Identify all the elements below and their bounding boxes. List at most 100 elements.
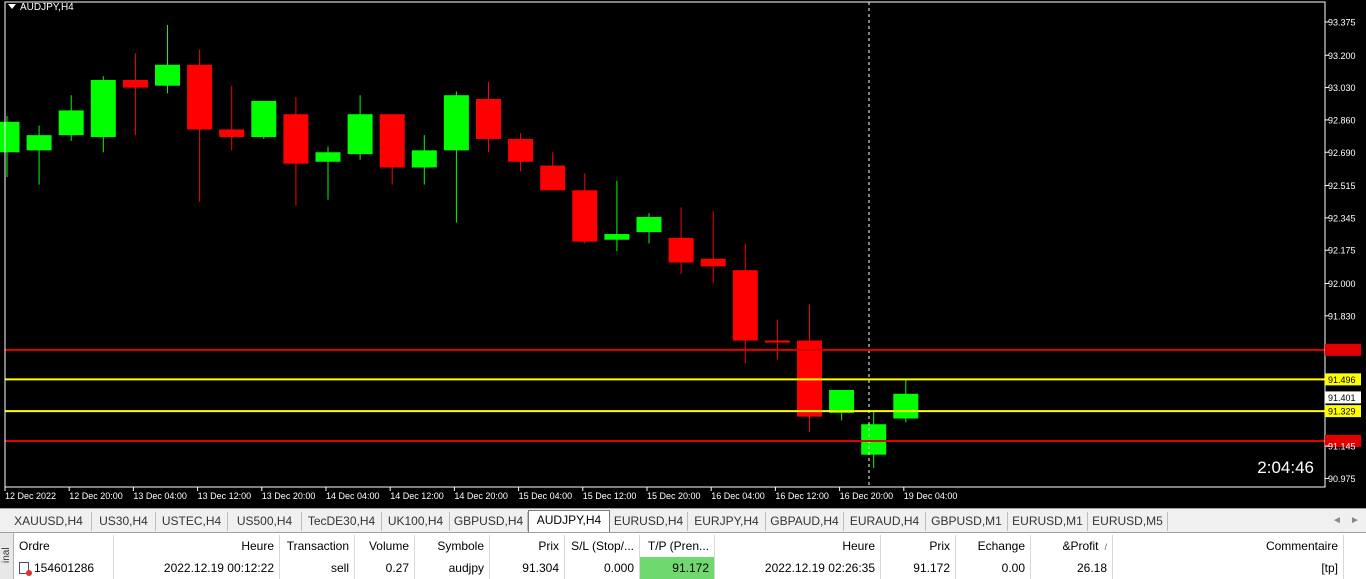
col-header-type[interactable]: Transaction xyxy=(280,535,355,557)
bar-countdown-timer: 2:04:46 xyxy=(1257,458,1314,477)
tab-gbpusd-m1[interactable]: GBPUSD,M1 xyxy=(926,512,1008,531)
col-header-profit[interactable]: &Profit / xyxy=(1031,535,1113,557)
cell-time: 2022.12.19 00:12:22 xyxy=(114,557,280,579)
candle-body xyxy=(122,79,148,88)
tab-ustec-h4[interactable]: USTEC,H4 xyxy=(156,512,228,531)
time-tick-label: 15 Dec 04:00 xyxy=(519,491,573,501)
cell-tp: 91.172 xyxy=(640,557,715,579)
table-row[interactable]: 154601286 2022.12.19 00:12:22 sell 0.27 … xyxy=(14,557,1366,579)
col-header-close-time[interactable]: Heure xyxy=(715,535,881,557)
candle-body xyxy=(893,393,919,419)
col-header-comment[interactable]: Commentaire xyxy=(1113,535,1344,557)
col-header-symbol[interactable]: Symbole xyxy=(415,535,490,557)
chart-menu-icon[interactable] xyxy=(8,4,16,9)
time-tick-label: 14 Dec 04:00 xyxy=(326,491,380,501)
tab-gbpaud-h4[interactable]: GBPAUD,H4 xyxy=(766,512,844,531)
cell-symbol: audjpy xyxy=(415,557,490,579)
price-tick-label: 92.515 xyxy=(1328,181,1356,191)
col-header-close-price[interactable]: Prix xyxy=(881,535,956,557)
terminal-panel: inal Ordre Heure Transaction Volume Symb… xyxy=(0,532,1366,579)
col-header-time[interactable]: Heure xyxy=(114,535,280,557)
cell-close-time: 2022.12.19 02:26:35 xyxy=(715,557,881,579)
time-tick-label: 13 Dec 04:00 xyxy=(133,491,187,501)
candle-body xyxy=(26,135,52,151)
col-header-price[interactable]: Prix xyxy=(490,535,565,557)
candle-body xyxy=(219,129,245,138)
cell-order: 154601286 xyxy=(14,557,114,579)
tab-audjpy-h4[interactable]: AUDJPY,H4 xyxy=(528,510,610,532)
candle-body xyxy=(540,165,566,191)
candle-body xyxy=(829,390,855,413)
price-tick-label: 92.000 xyxy=(1328,279,1356,289)
price-level-label: 91.496 xyxy=(1328,375,1356,385)
candle-body xyxy=(315,152,341,162)
time-tick-label: 14 Dec 20:00 xyxy=(454,491,508,501)
cell-sl: 0.000 xyxy=(565,557,640,579)
terminal-side-text: inal xyxy=(1,547,12,563)
candle-body xyxy=(700,258,726,267)
col-header-profit-label: &Profit xyxy=(1062,539,1099,553)
time-tick-label: 14 Dec 12:00 xyxy=(390,491,444,501)
cell-comment: [tp] xyxy=(1113,557,1344,579)
time-tick-label: 12 Dec 2022 xyxy=(5,491,56,501)
candle-body xyxy=(764,340,790,343)
candle-body xyxy=(668,237,694,263)
time-tick-label: 12 Dec 20:00 xyxy=(69,491,123,501)
price-tick-label: 92.175 xyxy=(1328,246,1356,256)
candle-body xyxy=(604,234,630,240)
time-tick-label: 16 Dec 20:00 xyxy=(840,491,894,501)
candle-body xyxy=(251,100,277,138)
candle-body xyxy=(443,95,469,151)
candle-body xyxy=(347,114,373,155)
price-chart[interactable]: 91.65191.49691.32991.17291.40193.37593.2… xyxy=(0,0,1366,508)
price-tick-label: 93.375 xyxy=(1328,17,1356,27)
price-tick-label: 91.830 xyxy=(1328,311,1356,321)
col-header-order[interactable]: Ordre xyxy=(14,535,114,557)
col-header-volume[interactable]: Volume xyxy=(355,535,415,557)
time-tick-label: 19 Dec 04:00 xyxy=(904,491,958,501)
terminal-header-row: Ordre Heure Transaction Volume Symbole P… xyxy=(14,535,1366,557)
candle-body xyxy=(379,114,405,168)
candle-body xyxy=(572,190,598,242)
col-header-tp[interactable]: T/P (Pren... xyxy=(640,535,715,557)
candle-body xyxy=(732,270,758,341)
price-tick-label: 93.030 xyxy=(1328,83,1356,93)
candle-body xyxy=(283,114,309,164)
col-header-swap[interactable]: Echange xyxy=(956,535,1031,557)
cell-type: sell xyxy=(280,557,355,579)
tab-us30-h4[interactable]: US30,H4 xyxy=(92,512,156,531)
chart-title: AUDJPY,H4 xyxy=(8,2,74,13)
tab-eurusd-h4[interactable]: EURUSD,H4 xyxy=(610,512,688,531)
price-level-label: 91.329 xyxy=(1328,407,1356,417)
closed-order-icon xyxy=(19,562,32,576)
price-tick-label: 92.345 xyxy=(1328,213,1356,223)
terminal-side-label[interactable]: inal xyxy=(0,533,14,579)
tab-eurusd-m5[interactable]: EURUSD,M5 xyxy=(1088,512,1168,531)
candle-body xyxy=(411,150,437,168)
tab-gbpusd-h4[interactable]: GBPUSD,H4 xyxy=(450,512,528,531)
tab-tecde30-h4[interactable]: TecDE30,H4 xyxy=(302,512,382,531)
candle-body xyxy=(636,216,662,233)
cell-volume: 0.27 xyxy=(355,557,415,579)
tab-euraud-h4[interactable]: EURAUD,H4 xyxy=(844,512,926,531)
tab-eurusd-m1[interactable]: EURUSD,M1 xyxy=(1008,512,1088,531)
col-header-sl[interactable]: S/L (Stop/... xyxy=(565,535,640,557)
time-tick-label: 13 Dec 12:00 xyxy=(198,491,252,501)
chart-area[interactable]: 91.651 91.496 91.329 91.172 91.401 93.375 93.2… xyxy=(0,0,1366,508)
tab-xauusd-h4[interactable]: XAUUSD,H4 xyxy=(6,512,92,531)
tab-scroll-right-icon[interactable]: ► xyxy=(1348,513,1362,529)
price-tick-label: 90.975 xyxy=(1328,474,1356,484)
tab-scroll-left-icon[interactable]: ◄ xyxy=(1330,513,1344,529)
tab-us500-h4[interactable]: US500,H4 xyxy=(228,512,302,531)
cell-order-text: 154601286 xyxy=(34,561,95,575)
sort-icon: / xyxy=(1104,542,1107,552)
price-level-label: 91.651 xyxy=(1328,345,1356,355)
time-tick-label: 15 Dec 12:00 xyxy=(583,491,637,501)
tab-eurjpy-h4[interactable]: EURJPY,H4 xyxy=(688,512,766,531)
candle-body xyxy=(58,110,84,136)
chart-tabs-bar: XAUUSD,H4 US30,H4 USTEC,H4 US500,H4 TecDE30,… xyxy=(0,508,1366,532)
current-price-label: 91.401 xyxy=(1328,393,1356,403)
tab-uk100-h4[interactable]: UK100,H4 xyxy=(382,512,450,531)
candle-body xyxy=(476,99,501,139)
cell-price: 91.304 xyxy=(490,557,565,579)
